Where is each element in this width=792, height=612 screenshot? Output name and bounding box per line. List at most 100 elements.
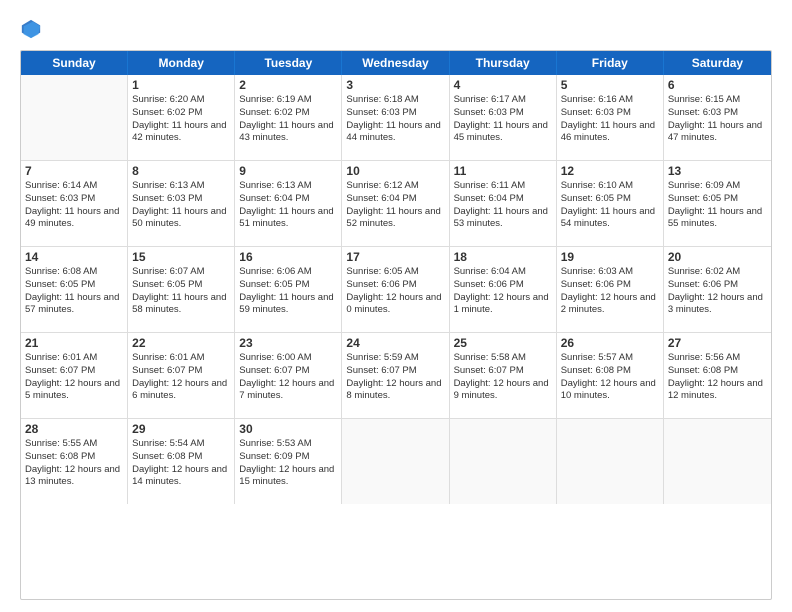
calendar-cell bbox=[21, 75, 128, 160]
day-info: Sunrise: 6:02 AM Sunset: 6:06 PM Dayligh… bbox=[668, 266, 767, 317]
day-info: Sunrise: 5:57 AM Sunset: 6:08 PM Dayligh… bbox=[561, 352, 659, 403]
day-number: 26 bbox=[561, 336, 659, 350]
day-info: Sunrise: 6:18 AM Sunset: 6:03 PM Dayligh… bbox=[346, 94, 444, 145]
calendar-cell: 8 Sunrise: 6:13 AM Sunset: 6:03 PM Daylig… bbox=[128, 161, 235, 246]
weekday-header: Thursday bbox=[450, 51, 557, 75]
day-number: 13 bbox=[668, 164, 767, 178]
day-info: Sunrise: 6:09 AM Sunset: 6:05 PM Dayligh… bbox=[668, 180, 767, 231]
calendar-cell: 10 Sunrise: 6:12 AM Sunset: 6:04 PM Dayli… bbox=[342, 161, 449, 246]
calendar-cell: 23 Sunrise: 6:00 AM Sunset: 6:07 PM Dayli… bbox=[235, 333, 342, 418]
day-number: 15 bbox=[132, 250, 230, 264]
calendar-row: 1 Sunrise: 6:20 AM Sunset: 6:02 PM Daylig… bbox=[21, 75, 771, 161]
day-info: Sunrise: 6:20 AM Sunset: 6:02 PM Dayligh… bbox=[132, 94, 230, 145]
day-info: Sunrise: 6:15 AM Sunset: 6:03 PM Dayligh… bbox=[668, 94, 767, 145]
calendar-cell: 30Sunrise: 5:53 AM Sunset: 6:09 PM Dayli… bbox=[235, 419, 342, 504]
calendar-row: 14 Sunrise: 6:08 AM Sunset: 6:05 PM Dayli… bbox=[21, 247, 771, 333]
day-info: Sunrise: 6:17 AM Sunset: 6:03 PM Dayligh… bbox=[454, 94, 552, 145]
day-info: Sunrise: 5:54 AM Sunset: 6:08 PM Dayligh… bbox=[132, 438, 230, 489]
day-number: 19 bbox=[561, 250, 659, 264]
day-number: 24 bbox=[346, 336, 444, 350]
calendar-cell: 7Sunrise: 6:14 AM Sunset: 6:03 PM Daylig… bbox=[21, 161, 128, 246]
day-info: Sunrise: 6:03 AM Sunset: 6:06 PM Dayligh… bbox=[561, 266, 659, 317]
day-number: 28 bbox=[25, 422, 123, 436]
day-number: 16 bbox=[239, 250, 337, 264]
day-number: 22 bbox=[132, 336, 230, 350]
calendar-row: 7Sunrise: 6:14 AM Sunset: 6:03 PM Daylig… bbox=[21, 161, 771, 247]
calendar-cell bbox=[557, 419, 664, 504]
calendar-cell bbox=[664, 419, 771, 504]
calendar-cell: 6 Sunrise: 6:15 AM Sunset: 6:03 PM Daylig… bbox=[664, 75, 771, 160]
calendar: SundayMondayTuesdayWednesdayThursdayFrid… bbox=[20, 50, 772, 600]
day-number: 1 bbox=[132, 78, 230, 92]
day-info: Sunrise: 6:01 AM Sunset: 6:07 PM Dayligh… bbox=[132, 352, 230, 403]
day-info: Sunrise: 6:11 AM Sunset: 6:04 PM Dayligh… bbox=[454, 180, 552, 231]
calendar-cell: 1 Sunrise: 6:20 AM Sunset: 6:02 PM Daylig… bbox=[128, 75, 235, 160]
day-number: 17 bbox=[346, 250, 444, 264]
day-number: 5 bbox=[561, 78, 659, 92]
header bbox=[20, 18, 772, 40]
calendar-cell bbox=[450, 419, 557, 504]
day-number: 27 bbox=[668, 336, 767, 350]
day-info: Sunrise: 6:16 AM Sunset: 6:03 PM Dayligh… bbox=[561, 94, 659, 145]
day-number: 12 bbox=[561, 164, 659, 178]
calendar-cell: 2 Sunrise: 6:19 AM Sunset: 6:02 PM Daylig… bbox=[235, 75, 342, 160]
calendar-body: 1 Sunrise: 6:20 AM Sunset: 6:02 PM Daylig… bbox=[21, 75, 771, 504]
calendar-cell: 26 Sunrise: 5:57 AM Sunset: 6:08 PM Dayli… bbox=[557, 333, 664, 418]
calendar-cell: 28Sunrise: 5:55 AM Sunset: 6:08 PM Dayli… bbox=[21, 419, 128, 504]
calendar-cell bbox=[342, 419, 449, 504]
day-number: 25 bbox=[454, 336, 552, 350]
day-info: Sunrise: 5:58 AM Sunset: 6:07 PM Dayligh… bbox=[454, 352, 552, 403]
day-number: 8 bbox=[132, 164, 230, 178]
day-number: 6 bbox=[668, 78, 767, 92]
calendar-cell: 25 Sunrise: 5:58 AM Sunset: 6:07 PM Dayli… bbox=[450, 333, 557, 418]
calendar-cell: 18Sunrise: 6:04 AM Sunset: 6:06 PM Dayli… bbox=[450, 247, 557, 332]
day-info: Sunrise: 5:59 AM Sunset: 6:07 PM Dayligh… bbox=[346, 352, 444, 403]
calendar-cell: 20Sunrise: 6:02 AM Sunset: 6:06 PM Dayli… bbox=[664, 247, 771, 332]
calendar-row: 21Sunrise: 6:01 AM Sunset: 6:07 PM Dayli… bbox=[21, 333, 771, 419]
day-info: Sunrise: 6:13 AM Sunset: 6:04 PM Dayligh… bbox=[239, 180, 337, 231]
calendar-cell: 21Sunrise: 6:01 AM Sunset: 6:07 PM Dayli… bbox=[21, 333, 128, 418]
calendar-cell: 27 Sunrise: 5:56 AM Sunset: 6:08 PM Dayli… bbox=[664, 333, 771, 418]
day-info: Sunrise: 5:56 AM Sunset: 6:08 PM Dayligh… bbox=[668, 352, 767, 403]
day-info: Sunrise: 6:12 AM Sunset: 6:04 PM Dayligh… bbox=[346, 180, 444, 231]
calendar-cell: 15 Sunrise: 6:07 AM Sunset: 6:05 PM Dayli… bbox=[128, 247, 235, 332]
calendar-row: 28Sunrise: 5:55 AM Sunset: 6:08 PM Dayli… bbox=[21, 419, 771, 504]
calendar-cell: 22 Sunrise: 6:01 AM Sunset: 6:07 PM Dayli… bbox=[128, 333, 235, 418]
weekday-header: Wednesday bbox=[342, 51, 449, 75]
weekday-header: Sunday bbox=[21, 51, 128, 75]
day-info: Sunrise: 6:13 AM Sunset: 6:03 PM Dayligh… bbox=[132, 180, 230, 231]
logo bbox=[20, 18, 46, 40]
calendar-cell: 9 Sunrise: 6:13 AM Sunset: 6:04 PM Daylig… bbox=[235, 161, 342, 246]
day-number: 14 bbox=[25, 250, 123, 264]
calendar-cell: 4 Sunrise: 6:17 AM Sunset: 6:03 PM Daylig… bbox=[450, 75, 557, 160]
calendar-cell: 19 Sunrise: 6:03 AM Sunset: 6:06 PM Dayli… bbox=[557, 247, 664, 332]
day-number: 29 bbox=[132, 422, 230, 436]
calendar-cell: 11Sunrise: 6:11 AM Sunset: 6:04 PM Dayli… bbox=[450, 161, 557, 246]
calendar-cell: 12 Sunrise: 6:10 AM Sunset: 6:05 PM Dayli… bbox=[557, 161, 664, 246]
calendar-cell: 29 Sunrise: 5:54 AM Sunset: 6:08 PM Dayli… bbox=[128, 419, 235, 504]
weekday-header: Saturday bbox=[664, 51, 771, 75]
calendar-cell: 17Sunrise: 6:05 AM Sunset: 6:06 PM Dayli… bbox=[342, 247, 449, 332]
day-info: Sunrise: 6:00 AM Sunset: 6:07 PM Dayligh… bbox=[239, 352, 337, 403]
calendar-cell: 16 Sunrise: 6:06 AM Sunset: 6:05 PM Dayli… bbox=[235, 247, 342, 332]
day-number: 23 bbox=[239, 336, 337, 350]
day-number: 10 bbox=[346, 164, 444, 178]
calendar-cell: 5 Sunrise: 6:16 AM Sunset: 6:03 PM Daylig… bbox=[557, 75, 664, 160]
day-number: 7 bbox=[25, 164, 123, 178]
day-info: Sunrise: 6:19 AM Sunset: 6:02 PM Dayligh… bbox=[239, 94, 337, 145]
day-number: 18 bbox=[454, 250, 552, 264]
page: SundayMondayTuesdayWednesdayThursdayFrid… bbox=[0, 0, 792, 612]
weekday-header: Tuesday bbox=[235, 51, 342, 75]
day-number: 9 bbox=[239, 164, 337, 178]
day-info: Sunrise: 6:10 AM Sunset: 6:05 PM Dayligh… bbox=[561, 180, 659, 231]
day-info: Sunrise: 6:07 AM Sunset: 6:05 PM Dayligh… bbox=[132, 266, 230, 317]
logo-icon bbox=[20, 18, 42, 40]
weekday-header: Friday bbox=[557, 51, 664, 75]
calendar-cell: 13 Sunrise: 6:09 AM Sunset: 6:05 PM Dayli… bbox=[664, 161, 771, 246]
day-info: Sunrise: 6:06 AM Sunset: 6:05 PM Dayligh… bbox=[239, 266, 337, 317]
day-info: Sunrise: 6:08 AM Sunset: 6:05 PM Dayligh… bbox=[25, 266, 123, 317]
day-number: 4 bbox=[454, 78, 552, 92]
weekday-header: Monday bbox=[128, 51, 235, 75]
day-number: 2 bbox=[239, 78, 337, 92]
calendar-header: SundayMondayTuesdayWednesdayThursdayFrid… bbox=[21, 51, 771, 75]
